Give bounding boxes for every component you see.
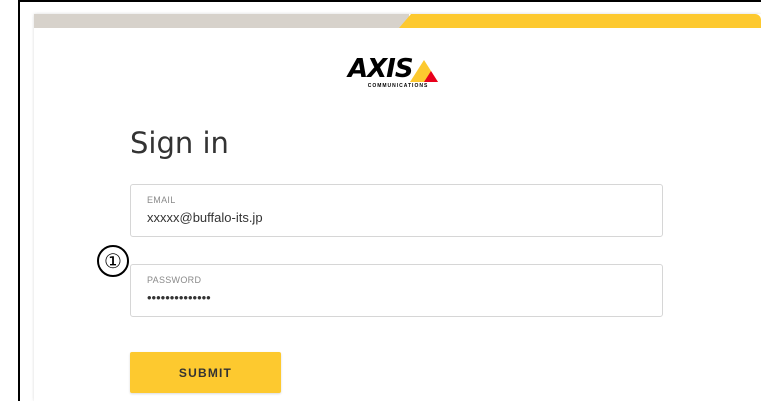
password-label: PASSWORD	[147, 275, 202, 285]
email-field[interactable]: EMAIL	[130, 184, 663, 237]
annotation-marker: ①	[97, 245, 129, 277]
top-accent-grey	[34, 14, 409, 28]
axis-logo: AXIS COMMUNICATIONS	[348, 54, 448, 90]
email-input[interactable]	[147, 210, 627, 225]
password-input[interactable]	[147, 290, 627, 305]
submit-button[interactable]: SUBMIT	[130, 352, 281, 393]
logo-triangle-icon	[410, 60, 438, 82]
email-label: EMAIL	[147, 195, 176, 205]
top-accent-yellow	[399, 14, 761, 28]
sign-in-card: AXIS COMMUNICATIONS Sign in EMAIL ① PASS…	[34, 14, 761, 401]
logo-text: AXIS	[348, 54, 414, 84]
page-title: Sign in	[130, 126, 229, 160]
logo-subtitle: COMMUNICATIONS	[367, 83, 429, 89]
password-field[interactable]: PASSWORD	[130, 264, 663, 317]
